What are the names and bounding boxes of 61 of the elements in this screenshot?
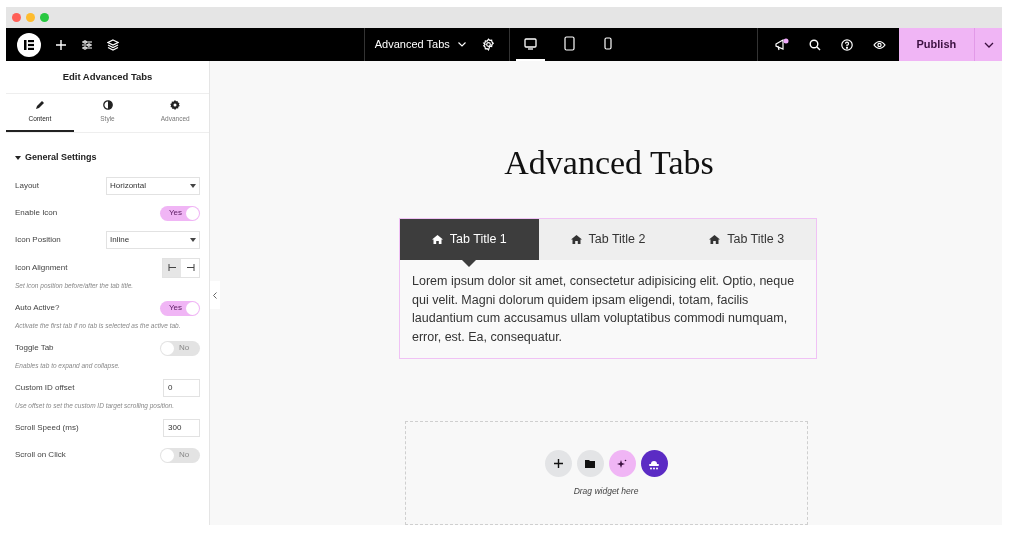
collapse-panel-handle[interactable] bbox=[210, 281, 220, 309]
control-label: Toggle Tab bbox=[15, 342, 54, 354]
settings-icon[interactable] bbox=[481, 38, 495, 51]
widget-tab[interactable]: Tab Title 2 bbox=[538, 219, 678, 260]
preview-eye-icon[interactable] bbox=[873, 39, 887, 50]
select-field[interactable]: Horizontal bbox=[106, 177, 200, 195]
chevron-left-icon bbox=[213, 291, 217, 299]
add-widget-button[interactable] bbox=[544, 450, 572, 477]
kit-button[interactable] bbox=[640, 450, 668, 477]
caret-down-icon bbox=[190, 184, 196, 188]
control-label: Icon Alignment bbox=[15, 261, 68, 274]
desktop-icon bbox=[524, 37, 537, 50]
logo-icon[interactable] bbox=[17, 32, 41, 57]
add-icon bbox=[553, 459, 563, 468]
toggle-switch[interactable]: Yes bbox=[160, 300, 200, 316]
sliders-icon[interactable] bbox=[81, 38, 93, 51]
ai-button[interactable] bbox=[608, 450, 636, 477]
active-tab-pointer bbox=[462, 260, 477, 267]
align-end-icon bbox=[185, 264, 195, 271]
sparkle-icon bbox=[617, 458, 627, 469]
search-icon[interactable] bbox=[809, 38, 822, 51]
contrast-icon bbox=[102, 100, 113, 111]
number-field[interactable]: 300 bbox=[163, 419, 200, 437]
widget-tab[interactable]: Tab Title 1 bbox=[400, 219, 539, 260]
control-label: Icon Position bbox=[15, 234, 61, 246]
control-label: Auto Active? bbox=[15, 302, 60, 314]
home-icon bbox=[709, 235, 721, 244]
number-field[interactable]: 0 bbox=[163, 379, 200, 397]
panel-title: Edit Advanced Tabs bbox=[6, 61, 209, 94]
layers-icon[interactable] bbox=[107, 38, 119, 51]
control-label: Scroll on Click bbox=[15, 449, 66, 461]
home-icon bbox=[431, 235, 443, 244]
section-header[interactable]: General Settings bbox=[15, 151, 97, 165]
chevron-down-icon bbox=[983, 41, 994, 48]
drop-hint-text: Drag widget here bbox=[573, 485, 639, 498]
toggle-switch[interactable]: Yes bbox=[160, 205, 200, 221]
gear-icon bbox=[170, 100, 181, 111]
megaphone-icon[interactable] bbox=[774, 37, 790, 52]
control-label: Layout bbox=[15, 180, 40, 192]
pencil-icon bbox=[34, 100, 45, 111]
chevron-down-icon bbox=[457, 42, 466, 47]
widget-heading: Advanced Tabs bbox=[504, 143, 714, 183]
document-title-dropdown[interactable]: Advanced Tabs bbox=[374, 36, 466, 53]
help-icon[interactable] bbox=[841, 38, 854, 51]
add-icon[interactable] bbox=[55, 38, 67, 51]
publish-button[interactable]: Publish bbox=[898, 28, 975, 61]
tablet-icon bbox=[564, 36, 575, 51]
control-label: Enable Icon bbox=[15, 207, 58, 219]
mobile-icon bbox=[604, 37, 613, 50]
control-label: Scroll Speed (ms) bbox=[15, 422, 79, 434]
home-icon bbox=[570, 235, 582, 244]
caret-down-icon bbox=[15, 155, 21, 160]
select-field[interactable]: Inline bbox=[106, 231, 200, 249]
caret-down-icon bbox=[190, 238, 196, 242]
tab-content-text: Lorem ipsum dolor sit amet, consectetur adipisicing elit. Optio, neque qui velit. Magni dolorum quidem ipsam eligendi, totam, facilis laudantium cum accusamus ullam voluptatibus commodi numquam, error, est. Ea, consequatur. bbox=[412, 273, 796, 346]
folder-icon bbox=[585, 459, 595, 468]
template-library-button[interactable] bbox=[576, 450, 604, 477]
align-start-icon bbox=[167, 264, 177, 271]
align-start-button[interactable] bbox=[163, 258, 181, 277]
control-label: Custom ID offset bbox=[15, 382, 75, 394]
widget-tab[interactable]: Tab Title 3 bbox=[677, 219, 816, 260]
